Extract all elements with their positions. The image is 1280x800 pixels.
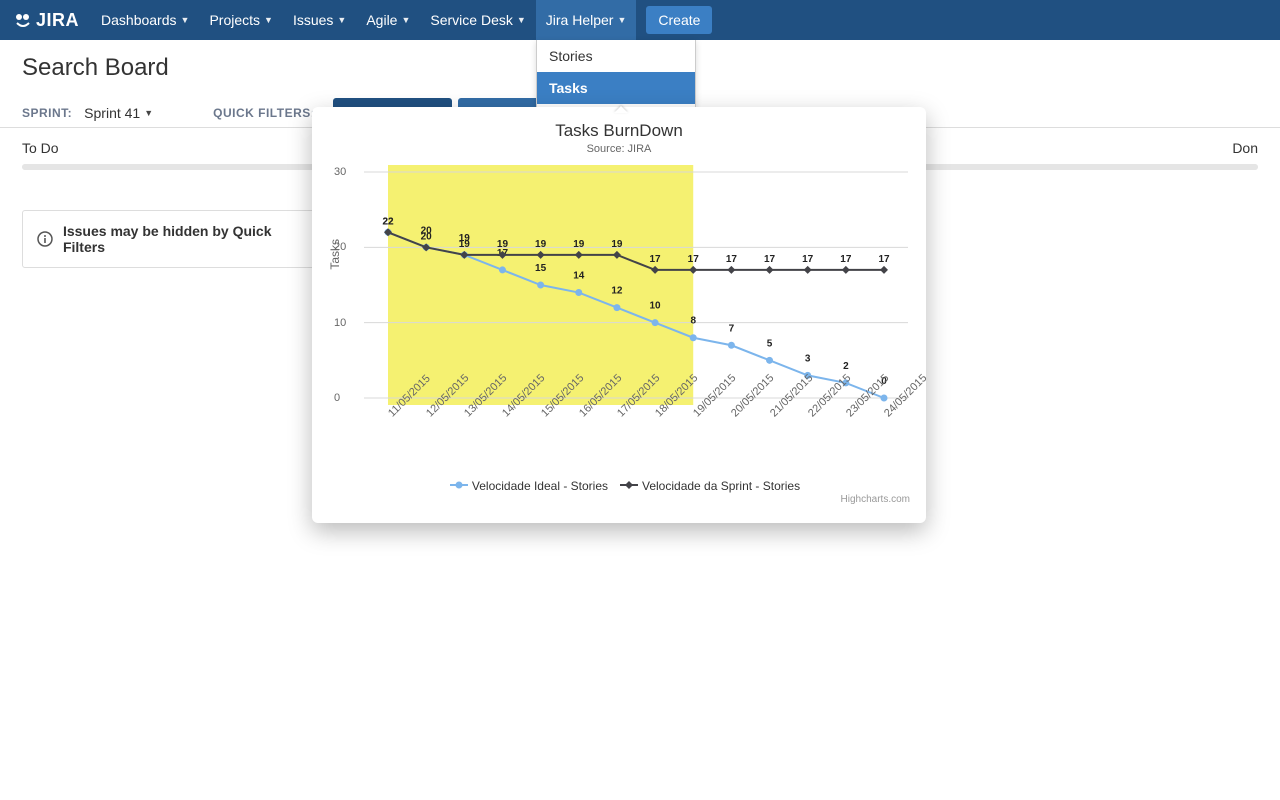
svg-text:19: 19 — [573, 239, 585, 250]
svg-text:19: 19 — [497, 239, 509, 250]
burndown-popover: Tasks BurnDown Source: JIRA Tasks 010203… — [312, 107, 926, 523]
svg-text:5: 5 — [767, 338, 773, 349]
popover-pointer-icon — [614, 106, 628, 113]
nav-item-projects[interactable]: Projects▼ — [199, 0, 283, 40]
nav-item-jira-helper[interactable]: Jira Helper▼ — [536, 0, 637, 40]
legend-swatch-icon — [450, 479, 468, 494]
svg-text:19: 19 — [459, 239, 471, 250]
top-nav: JIRA Dashboards▼Projects▼Issues▼Agile▼Se… — [0, 0, 1280, 40]
svg-text:17: 17 — [688, 254, 700, 265]
legend-swatch-icon — [620, 479, 638, 494]
legend-label[interactable]: Velocidade da Sprint - Stories — [642, 479, 800, 493]
jira-logo[interactable]: JIRA — [14, 10, 79, 31]
svg-text:22: 22 — [382, 216, 394, 227]
sprint-label: SPRINT: — [22, 106, 72, 120]
svg-text:15: 15 — [535, 263, 547, 274]
chevron-down-icon: ▼ — [144, 108, 153, 118]
nav-item-dashboards[interactable]: Dashboards▼ — [91, 0, 199, 40]
logo-text: JIRA — [36, 10, 79, 31]
dropdown-item-tasks[interactable]: Tasks — [537, 72, 695, 104]
svg-text:17: 17 — [802, 254, 814, 265]
notice-text: Issues may be hidden by Quick Filters — [63, 223, 317, 255]
chart-plot: Tasks 0102030 22201917151412108753202220… — [364, 165, 908, 405]
column-done: Don — [1232, 140, 1258, 156]
svg-text:17: 17 — [840, 254, 852, 265]
svg-text:3: 3 — [805, 353, 811, 364]
nav-item-service-desk[interactable]: Service Desk▼ — [420, 0, 535, 40]
svg-text:12: 12 — [611, 286, 623, 297]
nav-item-agile[interactable]: Agile▼ — [356, 0, 420, 40]
chevron-down-icon: ▼ — [337, 15, 346, 25]
chevron-down-icon: ▼ — [617, 15, 626, 25]
dropdown-item-stories[interactable]: Stories — [537, 40, 695, 72]
legend-label[interactable]: Velocidade Ideal - Stories — [472, 479, 608, 493]
chart-title: Tasks BurnDown — [322, 121, 916, 141]
sprint-value: Sprint 41 — [84, 105, 140, 121]
svg-text:17: 17 — [878, 254, 890, 265]
svg-text:8: 8 — [690, 316, 696, 327]
svg-text:20: 20 — [421, 231, 433, 242]
nav-item-issues[interactable]: Issues▼ — [283, 0, 356, 40]
svg-text:14: 14 — [573, 271, 585, 282]
chart-credits: Highcharts.com — [322, 494, 916, 505]
chevron-down-icon: ▼ — [181, 15, 190, 25]
svg-text:2: 2 — [843, 361, 849, 372]
chevron-down-icon: ▼ — [517, 15, 526, 25]
sprint-selector[interactable]: Sprint 41 ▼ — [84, 105, 153, 121]
chart-legend: Velocidade Ideal - Stories Velocidade da … — [322, 479, 916, 494]
quick-filters-label: QUICK FILTERS: — [213, 106, 315, 120]
y-tick: 20 — [334, 241, 346, 253]
svg-text:17: 17 — [726, 254, 738, 265]
x-axis-ticks: 11/05/201512/05/201513/05/201514/05/2015… — [364, 405, 908, 475]
quick-filter-notice: Issues may be hidden by Quick Filters — [22, 210, 332, 268]
chevron-down-icon: ▼ — [401, 15, 410, 25]
y-tick: 30 — [334, 166, 346, 178]
svg-text:7: 7 — [729, 323, 735, 334]
jira-logo-icon — [14, 11, 32, 29]
column-todo: To Do — [22, 140, 59, 156]
svg-text:19: 19 — [535, 239, 547, 250]
y-tick: 10 — [334, 317, 346, 329]
chart-subtitle: Source: JIRA — [322, 143, 916, 155]
svg-text:10: 10 — [650, 301, 662, 312]
create-button[interactable]: Create — [646, 6, 712, 34]
svg-text:17: 17 — [764, 254, 776, 265]
svg-text:17: 17 — [650, 254, 662, 265]
chart-svg: 2220191715141210875320222019191919191717… — [364, 165, 908, 405]
chevron-down-icon: ▼ — [264, 15, 273, 25]
y-tick: 0 — [334, 392, 340, 404]
info-icon — [37, 231, 53, 247]
svg-text:19: 19 — [611, 239, 623, 250]
